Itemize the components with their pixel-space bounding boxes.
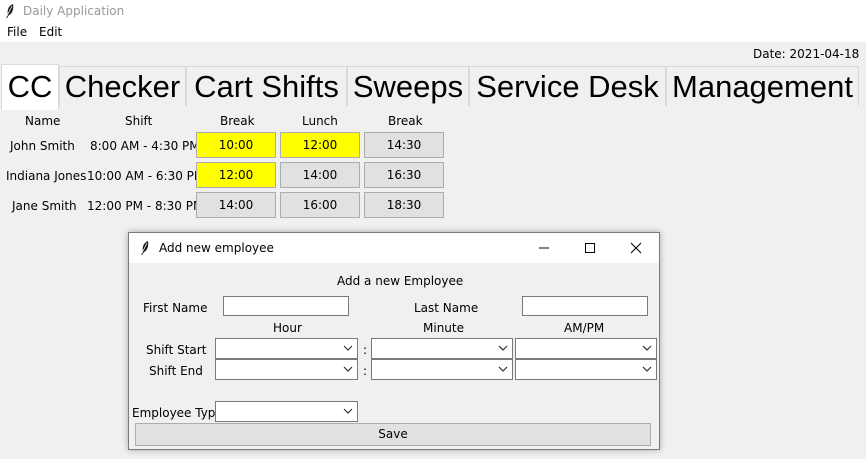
tab-service-desk[interactable]: Service Desk (469, 66, 666, 106)
row-name: John Smith (10, 139, 75, 153)
close-icon (630, 242, 642, 254)
header-name: Name (25, 114, 61, 128)
tab-cart-shifts[interactable]: Cart Shifts (186, 66, 347, 106)
lunch-button[interactable]: 16:00 (280, 192, 360, 218)
menu-bar: File Edit (0, 22, 866, 42)
break-1-button[interactable]: 10:00 (196, 132, 276, 158)
shift-start-minute-select[interactable] (371, 338, 513, 359)
hour-label: Hour (273, 321, 302, 335)
maximize-icon (585, 243, 595, 253)
header-break-1: Break (220, 114, 255, 128)
menu-file[interactable]: File (7, 25, 27, 39)
maximize-button[interactable] (567, 233, 613, 263)
minimize-button[interactable] (521, 233, 567, 263)
employee-type-select[interactable] (215, 401, 358, 422)
row-name: Jane Smith (12, 199, 77, 213)
tab-cc[interactable]: CC (1, 64, 59, 110)
dialog-title: Add new employee (159, 241, 274, 255)
row-shift: 10:00 AM - 6:30 PM (87, 169, 205, 183)
break-1-button[interactable]: 12:00 (196, 162, 276, 188)
header-break-2: Break (388, 114, 423, 128)
break-1-button[interactable]: 14:00 (196, 192, 276, 218)
tab-sweeps[interactable]: Sweeps (347, 66, 469, 106)
break-2-button[interactable]: 14:30 (364, 132, 444, 158)
shift-start-label: Shift Start (146, 343, 207, 357)
first-name-field[interactable] (223, 296, 349, 316)
time-separator: : (363, 343, 368, 357)
feather-icon (141, 241, 149, 255)
tab-management[interactable]: Management (666, 66, 859, 106)
tab-bar: CC Checker Cart Shifts Sweeps Service De… (0, 64, 866, 110)
chevron-down-icon (343, 408, 353, 414)
employee-type-label: Employee Type (132, 406, 223, 420)
row-shift: 8:00 AM - 4:30 PM (90, 139, 200, 153)
window-titlebar: Daily Application (0, 0, 866, 22)
last-name-label: Last Name (414, 301, 479, 315)
chevron-down-icon (642, 366, 652, 372)
window-title: Daily Application (23, 4, 125, 18)
feather-icon (6, 4, 14, 18)
ampm-label: AM/PM (564, 321, 605, 335)
shift-start-ampm-select[interactable] (515, 338, 657, 359)
break-2-button[interactable]: 18:30 (364, 192, 444, 218)
minute-label: Minute (423, 321, 464, 335)
dialog-titlebar: Add new employee (129, 233, 659, 263)
dialog-heading: Add a new Employee (337, 274, 464, 288)
close-button[interactable] (613, 233, 659, 263)
chevron-down-icon (642, 345, 652, 351)
chevron-down-icon (498, 345, 508, 351)
minimize-icon (539, 247, 549, 249)
last-name-field[interactable] (522, 296, 648, 316)
break-2-button[interactable]: 16:30 (364, 162, 444, 188)
shift-end-minute-select[interactable] (371, 359, 513, 380)
chevron-down-icon (498, 366, 508, 372)
save-button[interactable]: Save (135, 423, 651, 446)
first-name-label: First Name (143, 301, 208, 315)
row-shift: 12:00 PM - 8:30 PM (87, 199, 204, 213)
row-name: Indiana Jones (6, 169, 87, 183)
shift-end-label: Shift End (149, 364, 203, 378)
shift-end-ampm-select[interactable] (515, 359, 657, 380)
time-separator: : (363, 364, 368, 378)
date-label: Date: 2021-04-18 (753, 47, 860, 61)
tab-checker[interactable]: Checker (59, 66, 186, 106)
header-shift: Shift (125, 114, 153, 128)
lunch-button[interactable]: 12:00 (280, 132, 360, 158)
chevron-down-icon (343, 345, 353, 351)
shift-end-hour-select[interactable] (215, 359, 358, 380)
chevron-down-icon (343, 366, 353, 372)
add-employee-dialog: Add new employee Add a new Employee Firs… (128, 232, 660, 450)
lunch-button[interactable]: 14:00 (280, 162, 360, 188)
shift-start-hour-select[interactable] (215, 338, 358, 359)
menu-edit[interactable]: Edit (39, 25, 62, 39)
header-lunch: Lunch (302, 114, 338, 128)
